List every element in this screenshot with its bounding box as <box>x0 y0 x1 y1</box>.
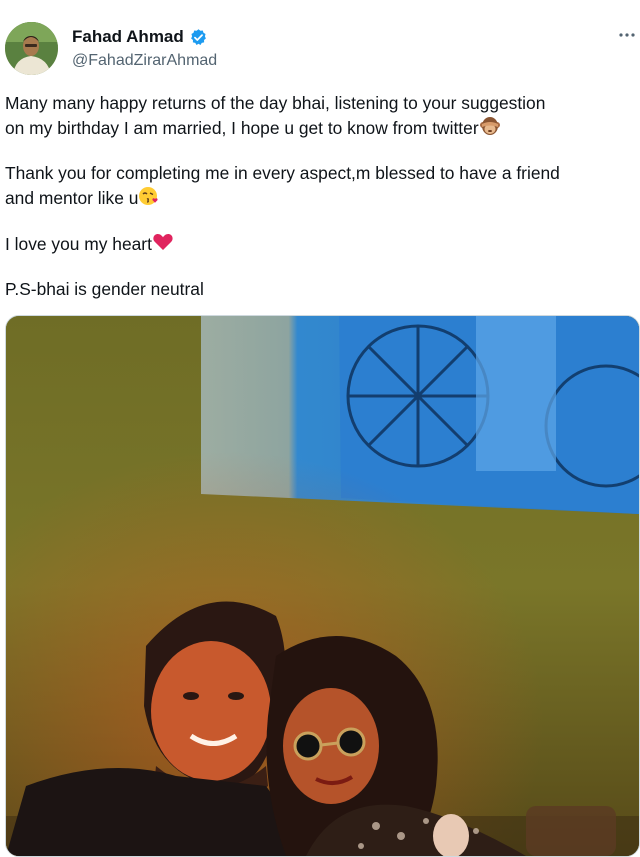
author-row: Fahad Ahmad <box>72 27 208 47</box>
see-no-evil-monkey-emoji-icon <box>479 115 501 137</box>
author-handle[interactable]: @FahadZirarAhmad <box>72 51 217 71</box>
paragraph-2-line-1: Thank you for completing me in every asp… <box>5 163 560 183</box>
avatar[interactable] <box>5 22 58 75</box>
tweet-photo[interactable] <box>5 315 640 857</box>
more-options-icon[interactable] <box>618 26 636 44</box>
paragraph-2: Thank you for completing me in every asp… <box>5 161 560 210</box>
face-blowing-kiss-emoji-icon <box>138 185 160 207</box>
author-name[interactable]: Fahad Ahmad <box>72 27 184 47</box>
paragraph-1-line-1: Many many happy returns of the day bhai,… <box>5 93 546 113</box>
paragraph-3: I love you my heart <box>5 231 174 256</box>
red-heart-emoji-icon <box>152 231 174 253</box>
paragraph-1-line-2: on my birthday I am married, I hope u ge… <box>5 118 479 138</box>
paragraph-2-line-2: and mentor like u <box>5 188 139 208</box>
tweet: Fahad Ahmad @FahadZirarAhmad Many many h… <box>0 0 640 857</box>
paragraph-1: Many many happy returns of the day bhai,… <box>5 91 545 140</box>
paragraph-3-line-1: I love you my heart <box>5 234 152 254</box>
verified-badge-icon <box>189 28 208 47</box>
tweet-header: Fahad Ahmad @FahadZirarAhmad <box>0 0 640 90</box>
couple-photo <box>6 316 639 856</box>
paragraph-4-line-1: P.S-bhai is gender neutral <box>5 279 204 299</box>
paragraph-4: P.S-bhai is gender neutral <box>5 277 204 301</box>
